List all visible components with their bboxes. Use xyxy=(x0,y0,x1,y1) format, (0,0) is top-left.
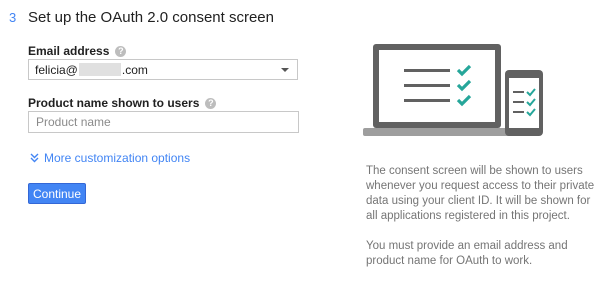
email-value-suffix: .com xyxy=(121,62,148,77)
illustration xyxy=(363,44,543,136)
help-circle-icon[interactable]: ? xyxy=(205,97,217,109)
more-customization-label: More customization options xyxy=(44,151,191,165)
consent-description: The consent screen will be shown to user… xyxy=(366,164,602,284)
email-label: Email address xyxy=(28,44,110,58)
description-paragraph-2: You must provide an email address and pr… xyxy=(366,240,568,267)
more-customization-link[interactable]: More customization options xyxy=(30,151,190,165)
product-label: Product name shown to users xyxy=(28,96,200,110)
redacted-block xyxy=(78,63,121,76)
product-name-input[interactable] xyxy=(28,111,299,133)
email-label-row: Email address ? xyxy=(28,44,127,58)
continue-button[interactable]: Continue xyxy=(28,183,86,204)
double-chevron-down-icon xyxy=(30,153,39,163)
phone-checklist-icon xyxy=(505,70,543,136)
step-number: 3 xyxy=(9,10,17,25)
description-paragraph-1: The consent screen will be shown to user… xyxy=(366,165,595,222)
laptop-checklist-icon xyxy=(363,44,511,136)
help-circle-icon[interactable]: ? xyxy=(115,45,127,57)
email-value-prefix: felicia@ xyxy=(35,62,78,77)
email-select[interactable]: felicia@ .com xyxy=(28,59,298,80)
dropdown-caret-icon xyxy=(281,68,289,72)
product-label-row: Product name shown to users ? xyxy=(28,96,217,110)
step-title: Set up the OAuth 2.0 consent screen xyxy=(28,9,274,26)
